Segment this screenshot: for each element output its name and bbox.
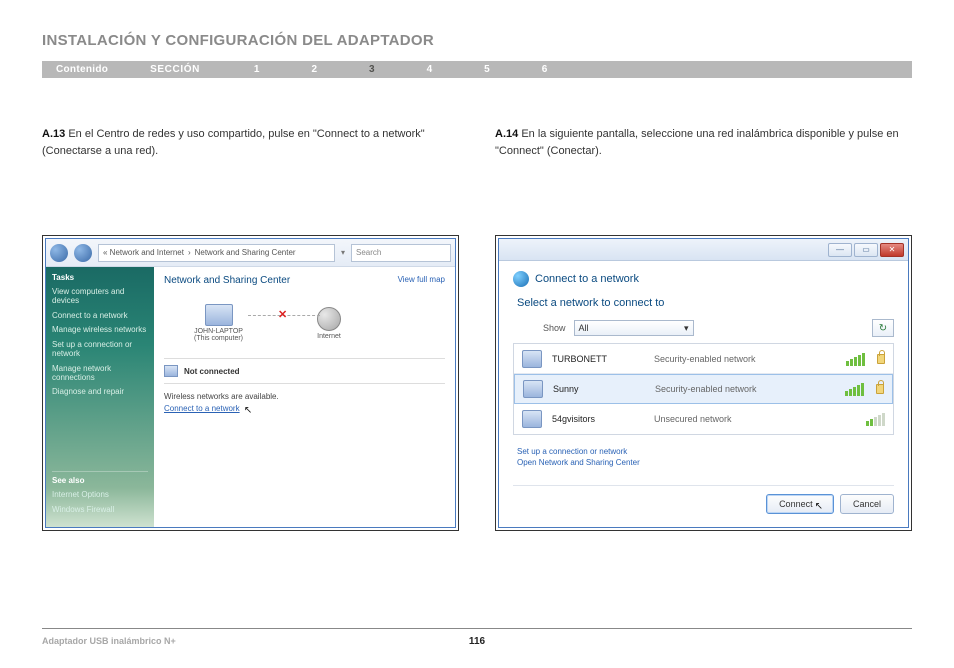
screenshot-a14: — ▭ ✕ Connect to a network Select a netw… — [495, 235, 912, 531]
not-connected-text: Not connected — [184, 367, 240, 376]
forward-button[interactable] — [74, 244, 92, 262]
computer-small-icon — [164, 365, 178, 377]
signal-strength-icon — [846, 352, 865, 366]
nav-item-3[interactable]: 3 — [343, 64, 401, 75]
network-type: Security-enabled network — [654, 354, 836, 364]
chevron-down-icon: ▾ — [684, 323, 689, 334]
connection-broken-icon: ✕ — [278, 308, 292, 322]
network-type: Unsecured network — [654, 414, 856, 424]
network-name: Sunny — [553, 384, 645, 394]
breadcrumb-parent: « Network and Internet — [103, 248, 184, 257]
network-row[interactable]: TURBONETT Security-enabled network — [514, 344, 893, 374]
refresh-button[interactable]: ↻ — [872, 319, 894, 337]
page-number: 116 — [469, 636, 485, 647]
nav-contenido[interactable]: Contenido — [42, 64, 122, 75]
internet-node: Internet — [317, 307, 341, 340]
dialog-header: Connect to a network — [513, 271, 894, 287]
screenshot-a13: « Network and Internet › Network and Sha… — [42, 235, 459, 531]
footer-product: Adaptador USB inalámbrico N+ — [42, 636, 176, 646]
network-name: 54gvisitors — [552, 414, 644, 424]
step-a13: A.13 En el Centro de redes y uso compart… — [42, 126, 459, 159]
seealso-header: See also — [52, 476, 148, 485]
step-a14-label: A.14 — [495, 128, 518, 140]
network-row[interactable]: 54gvisitors Unsecured network — [514, 404, 893, 434]
network-type: Security-enabled network — [655, 384, 835, 394]
not-connected-row: Not connected — [164, 365, 445, 377]
network-icon — [523, 380, 543, 398]
search-placeholder: Search — [356, 248, 381, 257]
lock-icon — [876, 384, 884, 394]
step-a13-label: A.13 — [42, 128, 65, 140]
lock-icon — [877, 354, 885, 364]
sidebar-link[interactable]: Manage wireless networks — [52, 326, 148, 335]
show-label: Show — [543, 323, 566, 333]
explorer-toolbar: « Network and Internet › Network and Sha… — [46, 239, 455, 267]
sidebar-link[interactable]: Connect to a network — [52, 312, 148, 321]
maximize-button[interactable]: ▭ — [854, 243, 878, 257]
open-sharing-center-link[interactable]: Open Network and Sharing Center — [517, 458, 894, 467]
network-icon — [522, 350, 542, 368]
search-input[interactable]: Search — [351, 244, 451, 262]
pc-name: JOHN-LAPTOP — [194, 328, 243, 335]
tasks-header: Tasks — [52, 273, 148, 282]
sidebar-link[interactable]: Manage network connections — [52, 365, 148, 383]
minimize-button[interactable]: — — [828, 243, 852, 257]
wireless-available-text: Wireless networks are available. — [164, 392, 445, 401]
dialog-subtitle: Select a network to connect to — [517, 297, 894, 309]
nav-item-1[interactable]: 1 — [228, 64, 286, 75]
nav-item-4[interactable]: 4 — [401, 64, 459, 75]
view-full-map-link[interactable]: View full map — [398, 275, 445, 284]
back-button[interactable] — [50, 244, 68, 262]
network-diagram: ✕ JOHN-LAPTOP (This computer) Internet — [194, 304, 445, 342]
signal-strength-icon — [845, 382, 864, 396]
step-a13-text: En el Centro de redes y uso compartido, … — [42, 128, 425, 157]
sidebar-link[interactable]: Diagnose and repair — [52, 388, 148, 397]
section-navbar: Contenido SECCIÓN 1 2 3 4 5 6 — [42, 61, 912, 78]
network-center-main: Network and Sharing Center View full map… — [154, 267, 455, 527]
network-name: TURBONETT — [552, 354, 644, 364]
connect-to-network-link[interactable]: Connect to a network — [164, 404, 240, 413]
show-value: All — [579, 323, 589, 333]
this-computer-node: JOHN-LAPTOP (This computer) — [194, 304, 243, 342]
network-icon — [522, 410, 542, 428]
step-a14-text: En la siguiente pantalla, seleccione una… — [495, 128, 899, 157]
computer-icon — [205, 304, 233, 326]
nav-seccion-label: SECCIÓN — [122, 64, 228, 75]
sidebar-link[interactable]: View computers and devices — [52, 288, 148, 306]
nav-item-5[interactable]: 5 — [458, 64, 516, 75]
signal-strength-icon — [866, 412, 885, 426]
cancel-button[interactable]: Cancel — [840, 494, 894, 514]
globe-icon — [317, 307, 341, 331]
seealso-link[interactable]: Internet Options — [52, 491, 148, 500]
step-a14: A.14 En la siguiente pantalla, seleccion… — [495, 126, 912, 159]
sidebar-link[interactable]: Set up a connection or network — [52, 341, 148, 359]
breadcrumb[interactable]: « Network and Internet › Network and Sha… — [98, 244, 335, 262]
close-button[interactable]: ✕ — [880, 243, 904, 257]
cursor-icon: ↖ — [815, 501, 823, 512]
network-list: TURBONETT Security-enabled network Sunny Se… — [513, 343, 894, 435]
breadcrumb-current: Network and Sharing Center — [195, 248, 296, 257]
seealso-link[interactable]: Windows Firewall — [52, 506, 148, 515]
internet-label: Internet — [317, 333, 341, 340]
pc-sub: (This computer) — [194, 335, 243, 342]
show-dropdown[interactable]: All ▾ — [574, 320, 694, 336]
nav-item-2[interactable]: 2 — [285, 64, 343, 75]
window-titlebar: — ▭ ✕ — [499, 239, 908, 261]
nav-item-6[interactable]: 6 — [516, 64, 574, 75]
setup-connection-link[interactable]: Set up a connection or network — [517, 447, 894, 456]
tasks-sidebar: Tasks View computers and devices Connect… — [46, 267, 154, 527]
network-row[interactable]: Sunny Security-enabled network — [514, 374, 893, 404]
network-globe-icon — [513, 271, 529, 287]
connect-button[interactable]: Connect↖ — [766, 494, 834, 514]
cursor-icon: ↖ — [244, 405, 252, 416]
window-title: Connect to a network — [535, 273, 639, 285]
page-title: INSTALACIÓN Y CONFIGURACIÓN DEL ADAPTADO… — [42, 32, 912, 49]
